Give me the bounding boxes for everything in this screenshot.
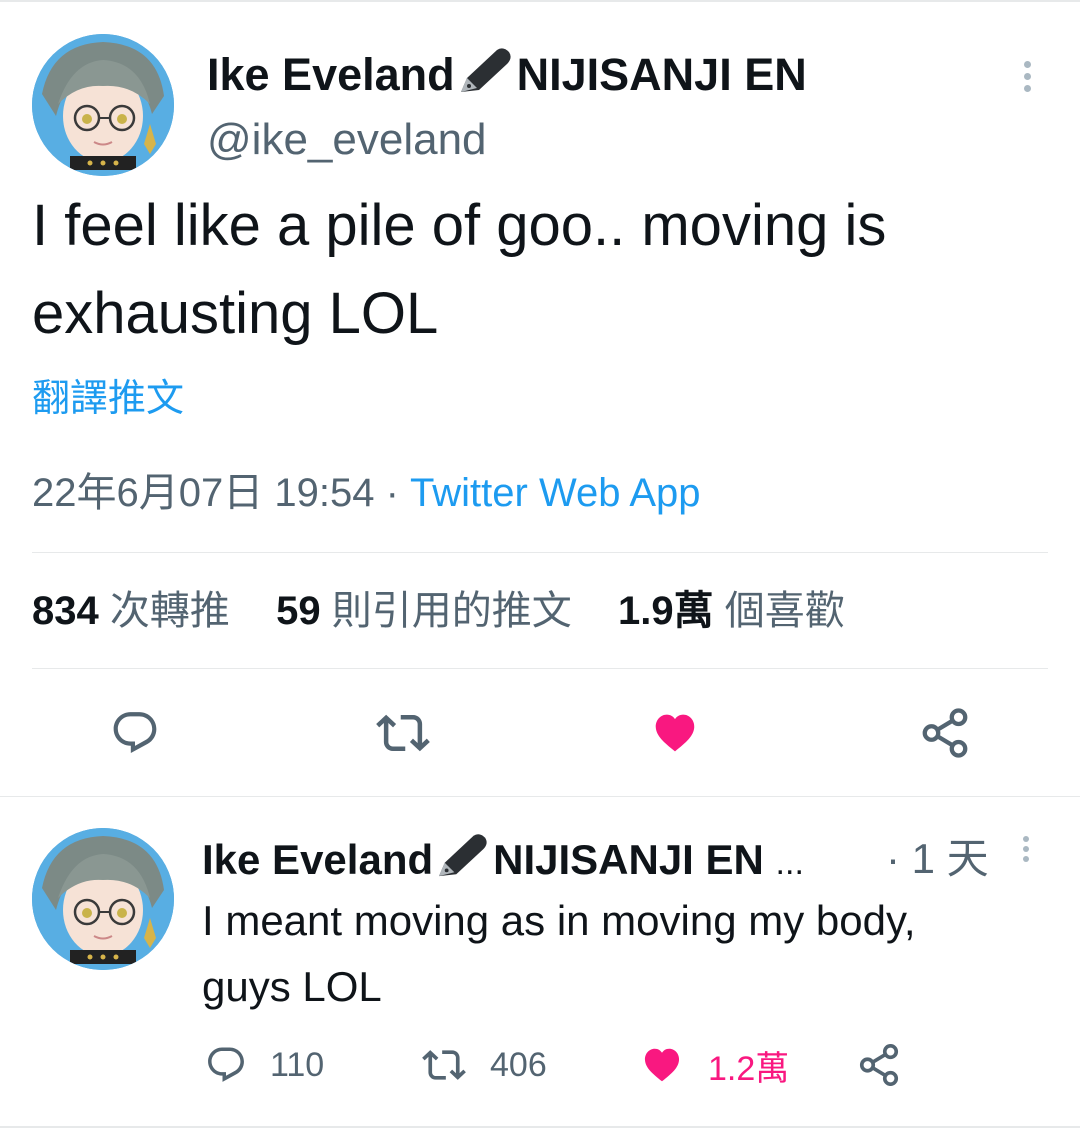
retweet-button[interactable]	[368, 700, 438, 766]
retweets-count: 834	[32, 589, 99, 633]
reply-display-name-suffix: NIJISANJI EN	[493, 836, 764, 883]
share-icon	[922, 708, 968, 758]
display-name[interactable]: Ike Eveland NIJISANJI EN	[207, 44, 807, 109]
bottom-divider	[0, 1126, 1080, 1128]
divider	[0, 796, 1080, 797]
heart-icon	[655, 714, 695, 752]
divider	[32, 552, 1048, 553]
reply-display-name[interactable]: Ike Eveland NIJISANJI EN ...	[202, 830, 804, 894]
top-divider	[0, 0, 1080, 2]
reply-button[interactable]	[100, 700, 170, 766]
retweets-stat[interactable]: 834 次轉推	[32, 589, 230, 633]
meta-separator: ·	[385, 471, 399, 515]
retweets-label: 次轉推	[109, 589, 230, 633]
source-link[interactable]: Twitter Web App	[410, 471, 701, 515]
tweet-text: I feel like a pile of goo.. moving is ex…	[32, 182, 1062, 358]
more-vertical-icon[interactable]	[1016, 832, 1036, 866]
reply-share-button[interactable]	[856, 1040, 902, 1090]
likes-label: 個喜歡	[724, 589, 845, 633]
retweet-icon	[376, 714, 430, 752]
quotes-count: 59	[276, 589, 321, 633]
handle[interactable]: @ike_eveland	[207, 112, 487, 168]
reply-avatar[interactable]	[32, 828, 174, 970]
likes-stat[interactable]: 1.9萬 個喜歡	[618, 589, 845, 633]
pen-nib-icon	[435, 830, 491, 894]
tweet-text-line: exhausting LOL	[32, 281, 439, 346]
tweet-stats: 834 次轉推 59 則引用的推文 1.9萬 個喜歡	[32, 584, 845, 638]
reply-count: 110	[270, 1045, 325, 1084]
quotes-label: 則引用的推文	[331, 589, 572, 633]
display-name-text: Ike Eveland	[207, 49, 455, 100]
reply-text-line: I meant moving as in moving my body,	[202, 897, 916, 944]
reply-display-name-text: Ike Eveland	[202, 836, 434, 883]
reply-icon	[113, 712, 157, 754]
quotes-stat[interactable]: 59 則引用的推文	[276, 589, 572, 633]
display-name-suffix: NIJISANJI EN	[516, 49, 807, 100]
retweet-count: 406	[490, 1045, 547, 1084]
reply-retweet-button[interactable]: 406	[420, 1040, 547, 1090]
reply-reply-button[interactable]: 110	[204, 1040, 324, 1090]
share-icon	[859, 1044, 899, 1086]
tweet-meta: 22年6月07日 19:54 · Twitter Web App	[32, 466, 701, 520]
like-button[interactable]	[638, 700, 712, 766]
tweet-text-line: I feel like a pile of goo.. moving is	[32, 193, 887, 258]
share-button[interactable]	[910, 700, 980, 766]
retweet-icon	[422, 1050, 466, 1080]
pen-nib-icon	[457, 44, 515, 109]
reply-time[interactable]: · 1 天	[886, 832, 989, 886]
like-count: 1.2萬	[708, 1049, 790, 1088]
more-vertical-icon[interactable]	[1016, 56, 1038, 97]
reply-like-button[interactable]: 1.2萬	[638, 1040, 789, 1090]
divider	[32, 668, 1048, 669]
reply-text: I meant moving as in moving my body, guy…	[202, 888, 1062, 1020]
reply-text-line: guys LOL	[202, 963, 382, 1010]
translate-tweet-link[interactable]: 翻譯推文	[32, 374, 184, 424]
name-truncation: ...	[775, 844, 804, 882]
avatar[interactable]	[32, 34, 174, 176]
heart-icon	[644, 1048, 680, 1082]
timestamp[interactable]: 22年6月07日 19:54	[32, 471, 374, 515]
reply-icon	[208, 1047, 244, 1082]
likes-count: 1.9萬	[618, 589, 714, 633]
